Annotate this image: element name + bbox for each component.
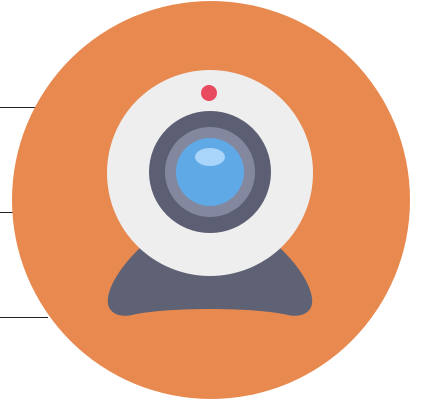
lens-highlight <box>195 148 225 166</box>
webcam-icon <box>12 1 410 399</box>
indicator-light <box>201 85 217 101</box>
canvas <box>0 0 421 401</box>
